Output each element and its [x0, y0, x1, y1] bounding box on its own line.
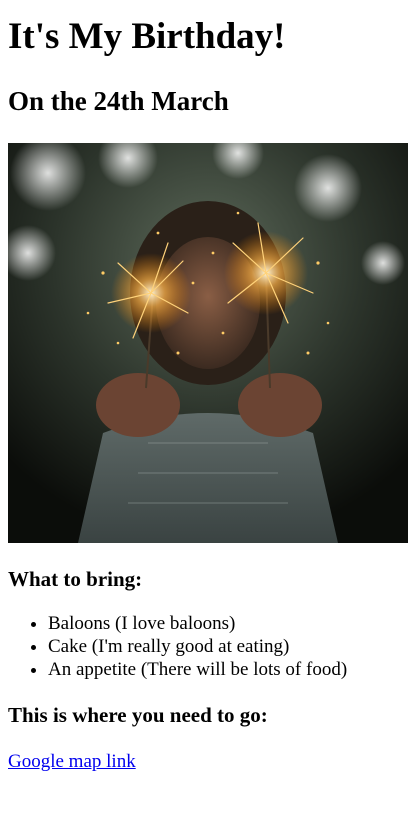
event-date: On the 24th March: [8, 86, 229, 116]
bring-item-cake: Cake (I'm really good at eating): [48, 635, 406, 658]
bring-list: Baloons (I love baloons) Cake (I'm reall…: [8, 612, 406, 681]
bring-item-appetite: An appetite (There will be lots of food): [48, 658, 406, 681]
what-to-bring-heading: What to bring:: [8, 567, 143, 591]
location-heading: This is where you need to go:: [8, 703, 268, 727]
sparkler-photo: [8, 143, 408, 543]
google-map-link[interactable]: Google map link: [8, 750, 136, 773]
page-title: It's My Birthday!: [8, 16, 286, 57]
sparkler-photo-illustration: [8, 143, 408, 543]
bring-item-balloons: Baloons (I love baloons): [48, 612, 406, 635]
page-content: It's My Birthday! On the 24th March What…: [0, 0, 414, 773]
